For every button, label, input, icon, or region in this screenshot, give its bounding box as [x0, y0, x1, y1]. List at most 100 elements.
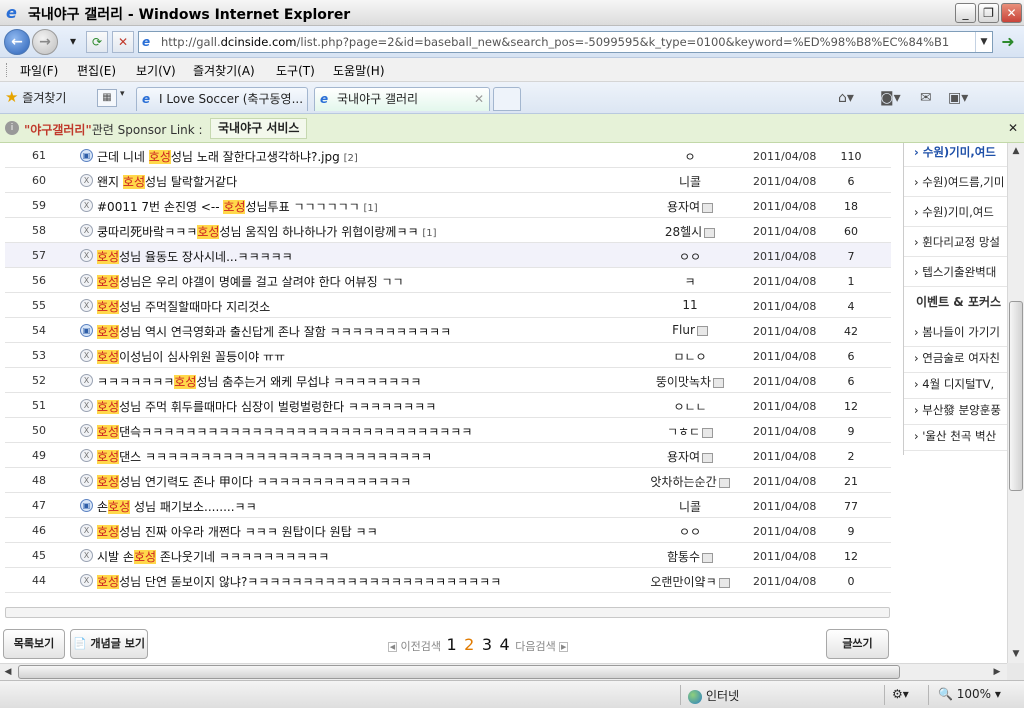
maximize-button[interactable]: ❐ [978, 3, 999, 23]
menu-favorites[interactable]: 즐겨찾기(A) [193, 62, 255, 79]
tab-list-dropdown-icon[interactable]: ▾ [120, 89, 125, 99]
scroll-left-icon[interactable]: ◀ [0, 664, 16, 680]
protected-mode-icon[interactable]: ⚙▾ [892, 687, 909, 701]
sidebar-ad-item[interactable]: › 텝스기출완벽대 [904, 257, 1007, 287]
post-writer[interactable]: ㅇ [621, 148, 759, 165]
post-subject-link[interactable]: 호성이성님이 심사위원 꼴등이야 ㅠㅠ [97, 348, 285, 365]
table-row[interactable]: 47 ▣ 손호성 성님 패기보소........ㅋㅋ 니콜 2011/04/08 77 [5, 493, 891, 518]
post-writer[interactable]: Flur [621, 323, 759, 337]
post-subject-link[interactable]: 호성성님 율동도 장사시네...ㅋㅋㅋㅋㅋ [97, 248, 293, 265]
post-subject-link[interactable]: 호성성님 역시 연극영화과 출신답게 존나 잘함 ㅋㅋㅋㅋㅋㅋㅋㅋㅋㅋㅋ [97, 323, 451, 340]
table-row[interactable]: 46 X 호성성님 진짜 아우라 개쩐다 ㅋㅋㅋ 원탑이다 원탑 ㅋㅋ ㅇㅇ 2011… [5, 518, 891, 543]
quick-tabs-icon[interactable]: ▦ [97, 89, 117, 107]
mail-icon[interactable]: ✉ [920, 90, 932, 106]
table-row[interactable]: 60 X 왠지 호성성님 탈락할거같다 니콜 2011/04/08 6 [5, 168, 891, 193]
gallog-icon[interactable] [718, 577, 730, 588]
post-writer[interactable]: ㅇㄴㄴ [621, 398, 759, 415]
gallog-icon[interactable] [702, 427, 714, 438]
back-button[interactable]: ← [4, 29, 30, 55]
post-subject-link[interactable]: 호성댄스 ㅋㅋㅋㅋㅋㅋㅋㅋㅋㅋㅋㅋㅋㅋㅋㅋㅋㅋㅋㅋㅋㅋㅋㅋㅋㅋ [97, 448, 432, 465]
scroll-up-icon[interactable]: ▲ [1008, 143, 1024, 159]
home-icon[interactable]: ⌂▾ [838, 90, 854, 106]
table-row[interactable]: 44 X 호성성님 단연 돋보이지 않냐?ㅋㅋㅋㅋㅋㅋㅋㅋㅋㅋㅋㅋㅋㅋㅋㅋㅋㅋㅋㅋㅋ… [5, 568, 891, 593]
menu-file[interactable]: 파일(F) [20, 62, 58, 79]
table-row[interactable]: 55 X 호성성님 주먹질할때마다 지리것소 11 2011/04/08 4 [5, 293, 891, 318]
post-subject-link[interactable]: #0011 7번 손진영 <-- 호성성님투표 ㄱㄱㄱㄱㄱㄱ [1] [97, 198, 378, 215]
post-subject-link[interactable]: 호성성님 주먹 휘두를때마다 심장이 벌렁벌렁한다 ㅋㅋㅋㅋㅋㅋㅋㅋ [97, 398, 436, 415]
prev-arrow-icon[interactable]: ◀ [388, 642, 397, 652]
menu-view[interactable]: 보기(V) [136, 62, 176, 79]
table-row[interactable]: 48 X 호성성님 연기력도 존나 甲이다 ㅋㅋㅋㅋㅋㅋㅋㅋㅋㅋㅋㅋㅋㅋ 앗차하는순… [5, 468, 891, 493]
gallog-icon[interactable] [704, 227, 716, 238]
post-subject-link[interactable]: 쿵따리死바랔ㅋㅋㅋ호성성님 움직임 하나하나가 위협이랑께ㅋㅋ [1] [97, 223, 437, 240]
menu-edit[interactable]: 편집(E) [77, 62, 116, 79]
post-writer[interactable]: ㅇㅇ [621, 523, 759, 540]
post-writer[interactable]: ㅇㅇ [621, 248, 759, 265]
vertical-scrollbar[interactable]: ▲ ▼ [1007, 143, 1024, 663]
sidebar-ad-item[interactable]: › 휜다리교정 망설 [904, 227, 1007, 257]
post-writer[interactable]: ㄱㅎㄷ [621, 423, 759, 440]
table-row[interactable]: 51 X 호성성님 주먹 휘두를때마다 심장이 벌렁벌렁한다 ㅋㅋㅋㅋㅋㅋㅋㅋ ㅇㄴ… [5, 393, 891, 418]
post-writer[interactable]: 뚱이맛녹차 [621, 373, 759, 390]
post-writer[interactable]: ㅋ [621, 273, 759, 290]
menu-tools[interactable]: 도구(T) [276, 62, 315, 79]
address-field[interactable]: e http://gall.dcinside.com/list.php?page… [138, 31, 993, 53]
go-arrow-icon[interactable]: ➜ [997, 31, 1019, 53]
post-subject-link[interactable]: ㅋㅋㅋㅋㅋㅋㅋ호성성님 춤추는거 왜케 무섭냐 ㅋㅋㅋㅋㅋㅋㅋㅋ [97, 373, 421, 390]
stop-icon[interactable]: ✕ [112, 31, 134, 53]
page-1[interactable]: 1 [446, 635, 456, 654]
table-row[interactable]: 56 X 호성성님은 우리 야갤이 명예를 걸고 살려야 한다 어뷰징 ㄱㄱ ㅋ 20… [5, 268, 891, 293]
post-subject-link[interactable]: 시발 손호성 존나웃기네 ㅋㅋㅋㅋㅋㅋㅋㅋㅋㅋ [97, 548, 329, 565]
post-subject-link[interactable]: 근데 니네 호성성님 노래 잘한다고생각하냐?.jpg [2] [97, 148, 358, 165]
address-dropdown-icon[interactable]: ▼ [975, 32, 992, 52]
post-subject-link[interactable]: 호성성님 주먹질할때마다 지리것소 [97, 298, 270, 315]
post-writer[interactable]: 니콜 [621, 498, 759, 515]
table-row[interactable]: 45 X 시발 손호성 존나웃기네 ㅋㅋㅋㅋㅋㅋㅋㅋㅋㅋ 함통수 2011/04/08… [5, 543, 891, 568]
table-row[interactable]: 53 X 호성이성님이 심사위원 꼴등이야 ㅠㅠ ㅁㄴㅇ 2011/04/08 6 [5, 343, 891, 368]
table-row[interactable]: 49 X 호성댄스 ㅋㅋㅋㅋㅋㅋㅋㅋㅋㅋㅋㅋㅋㅋㅋㅋㅋㅋㅋㅋㅋㅋㅋㅋㅋㅋ 용자여 20… [5, 443, 891, 468]
page-4[interactable]: 4 [500, 635, 510, 654]
sponsor-close-icon[interactable]: ✕ [1008, 121, 1018, 135]
post-subject-link[interactable]: 호성성님은 우리 야갤이 명예를 걸고 살려야 한다 어뷰징 ㄱㄱ [97, 273, 404, 290]
horizontal-scrollbar[interactable]: ◀ ▶ [0, 663, 1007, 680]
next-search-link[interactable]: 다음검색 [515, 640, 555, 653]
post-writer[interactable]: 11 [621, 298, 759, 312]
menu-help[interactable]: 도움말(H) [333, 62, 385, 79]
post-writer[interactable]: ㅁㄴㅇ [621, 348, 759, 365]
prev-search-link[interactable]: 이전검색 [401, 640, 441, 653]
new-tab-button[interactable] [493, 87, 521, 111]
post-writer[interactable]: 용자여 [621, 198, 759, 215]
post-subject-link[interactable]: 왠지 호성성님 탈락할거같다 [97, 173, 237, 190]
gallog-icon[interactable] [702, 202, 714, 213]
concept-posts-button[interactable]: 📄 개념글 보기 [70, 629, 148, 659]
favorites-button[interactable]: ★ 즐겨찾기 [5, 88, 66, 106]
tab-close-icon[interactable]: ✕ [474, 88, 484, 110]
gallog-icon[interactable] [713, 377, 725, 388]
print-icon[interactable]: ▣▾ [948, 90, 968, 106]
post-writer[interactable]: 오랜만이얔ㅋ [621, 573, 759, 590]
post-writer[interactable]: 앗차하는순간 [621, 473, 759, 490]
table-row[interactable]: 58 X 쿵따리死바랔ㅋㅋㅋ호성성님 움직임 하나하나가 위협이랑께ㅋㅋ [1] 28… [5, 218, 891, 243]
gallog-icon[interactable] [702, 552, 714, 563]
page-2-current[interactable]: 2 [464, 635, 474, 654]
gallog-icon[interactable] [718, 477, 730, 488]
sidebar-ad-item[interactable]: › 수원)기미,여드 [904, 197, 1007, 227]
table-row[interactable]: 59 X #0011 7번 손진영 <-- 호성성님투표 ㄱㄱㄱㄱㄱㄱ [1] 용자여… [5, 193, 891, 218]
gallog-icon[interactable] [702, 452, 714, 463]
post-writer[interactable]: 함통수 [621, 548, 759, 565]
table-row[interactable]: 52 X ㅋㅋㅋㅋㅋㅋㅋ호성성님 춤추는거 왜케 무섭냐 ㅋㅋㅋㅋㅋㅋㅋㅋ 뚱이맛녹… [5, 368, 891, 393]
write-button[interactable]: 글쓰기 [826, 629, 889, 659]
list-button[interactable]: 목록보기 [3, 629, 65, 659]
security-zone[interactable]: 인터넷 [688, 687, 739, 704]
tab-baseball[interactable]: e 국내야구 갤러리 ✕ [314, 87, 490, 111]
horizontal-scroll-thumb[interactable] [18, 665, 900, 679]
table-row[interactable]: 50 X 호성댄슥ㅋㅋㅋㅋㅋㅋㅋㅋㅋㅋㅋㅋㅋㅋㅋㅋㅋㅋㅋㅋㅋㅋㅋㅋㅋㅋㅋㅋㅋㅋ ㄱㅎ… [5, 418, 891, 443]
table-row[interactable]: 61 ▣ 근데 니네 호성성님 노래 잘한다고생각하냐?.jpg [2] ㅇ 2011/… [5, 143, 891, 168]
post-writer[interactable]: 용자여 [621, 448, 759, 465]
page-3[interactable]: 3 [482, 635, 492, 654]
post-writer[interactable]: 28헬시 [621, 223, 759, 240]
close-button[interactable]: ✕ [1001, 3, 1022, 23]
sponsor-link[interactable]: 국내야구 서비스 [210, 118, 308, 139]
minimize-button[interactable]: _ [955, 3, 976, 23]
post-subject-link[interactable]: 호성성님 진짜 아우라 개쩐다 ㅋㅋㅋ 원탑이다 원탑 ㅋㅋ [97, 523, 378, 540]
